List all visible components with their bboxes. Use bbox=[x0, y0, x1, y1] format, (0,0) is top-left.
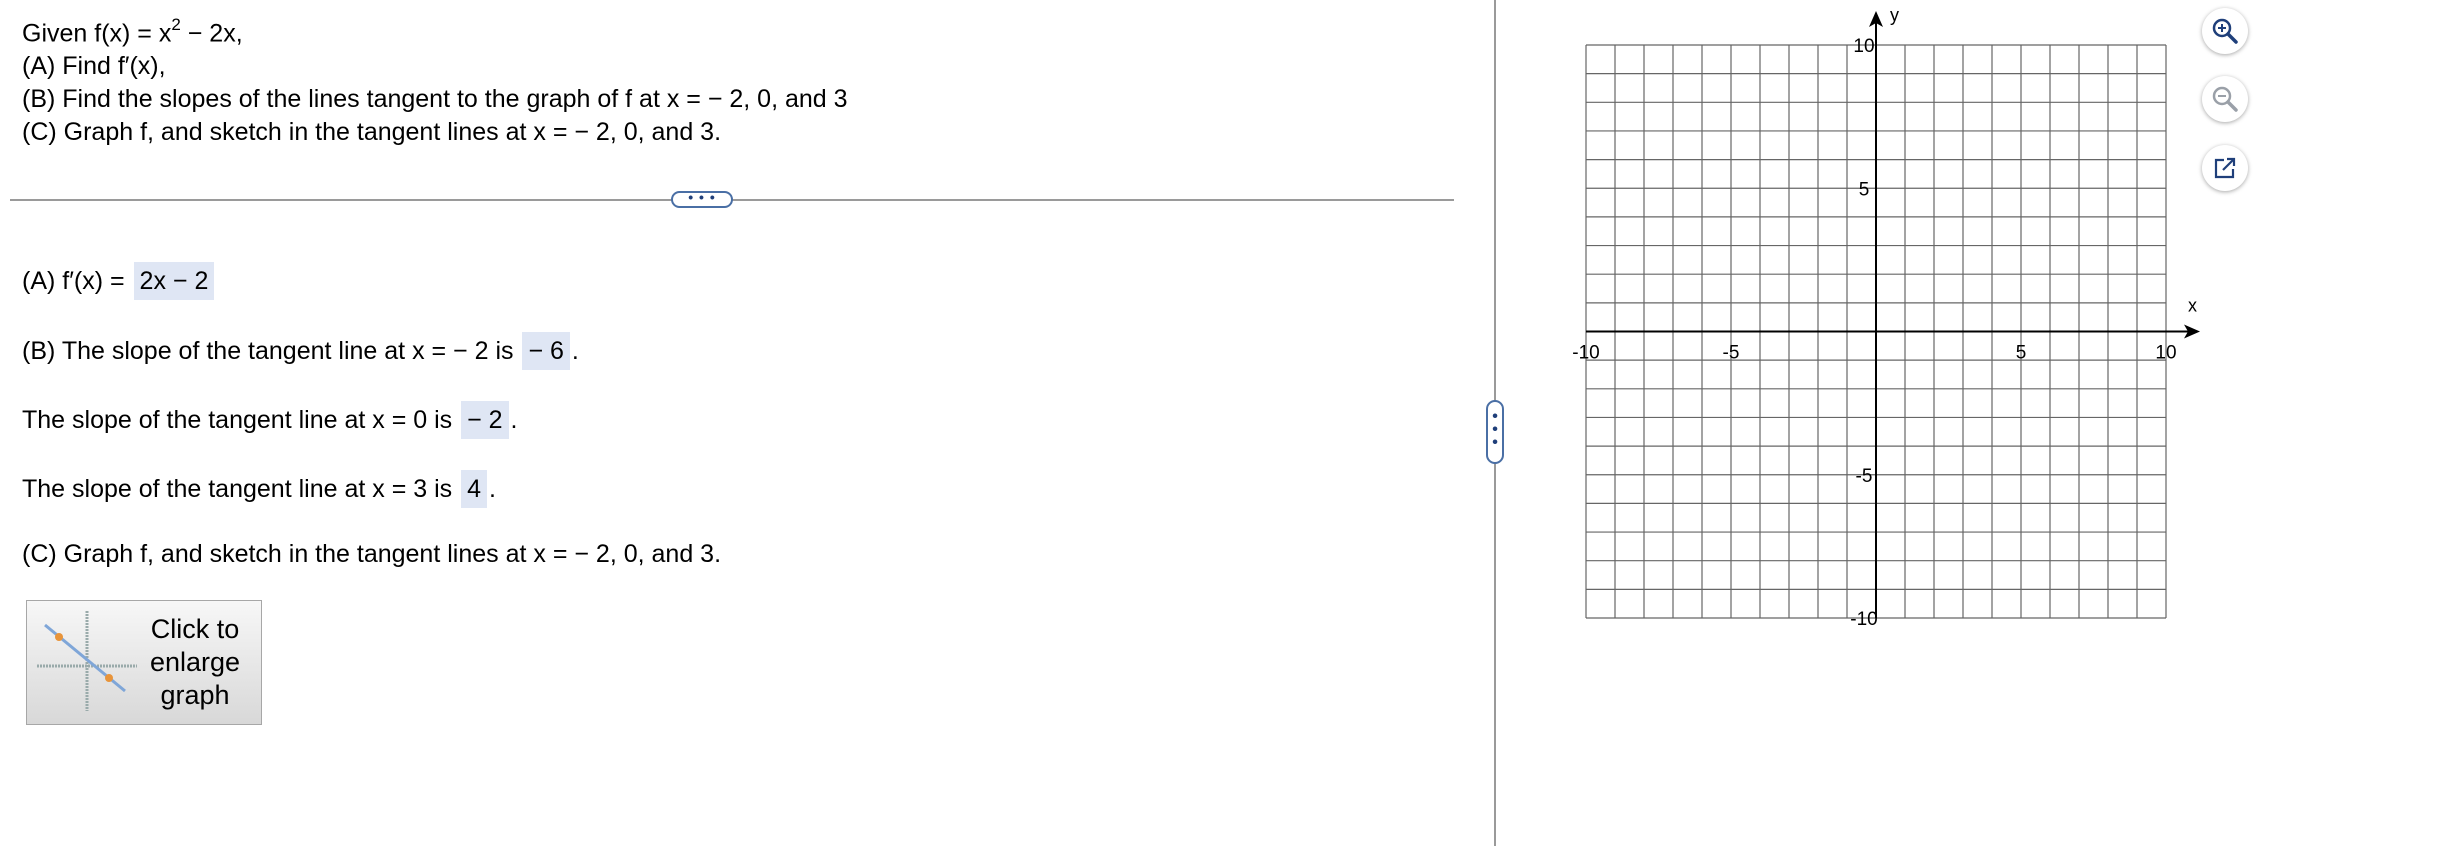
question-pane: Given f(x) = x2 − 2x, (A) Find f′(x), (B… bbox=[0, 0, 1490, 846]
answer-b-value: − 6 bbox=[522, 332, 570, 370]
x-tick-label: -10 bbox=[1572, 343, 1599, 364]
enlarge-graph-label: Click to enlarge graph bbox=[149, 614, 241, 710]
problem-part-a: (A) Find f′(x), bbox=[22, 52, 166, 81]
zoom-out-icon bbox=[2212, 86, 2238, 112]
graph-panel: x y -10 -5 5 10 10 5 -5 -10 bbox=[1570, 5, 2210, 641]
given-suffix: − 2x, bbox=[180, 19, 243, 48]
problem-statement: Given f(x) = x2 − 2x, (A) Find f′(x), (B… bbox=[22, 10, 848, 149]
answer-d: The slope of the tangent line at x = 3 i… bbox=[22, 470, 496, 508]
answer-a-value: 2x − 2 bbox=[133, 262, 215, 300]
given-function: Given f(x) = x2 − 2x, bbox=[22, 10, 848, 50]
y-axis-label: y bbox=[1890, 6, 1899, 25]
zoom-in-icon bbox=[2212, 18, 2238, 44]
x-tick-label: -5 bbox=[1723, 343, 1740, 364]
given-text: Given f(x) = x bbox=[22, 19, 172, 48]
resize-pane-handle[interactable]: • • • bbox=[1486, 400, 1504, 464]
answer-c-value: − 2 bbox=[461, 401, 509, 439]
x-tick-label: 5 bbox=[2016, 343, 2027, 364]
expand-divider-button[interactable]: • • • bbox=[671, 190, 733, 208]
answer-b: (B) The slope of the tangent line at x =… bbox=[22, 332, 579, 370]
answer-part-c: (C) Graph f, and sketch in the tangent l… bbox=[22, 540, 722, 568]
answer-c: The slope of the tangent line at x = 0 i… bbox=[22, 401, 518, 439]
period: . bbox=[489, 475, 496, 503]
y-tick-label: -10 bbox=[1850, 609, 1877, 630]
graph-thumbnail-icon bbox=[37, 611, 137, 711]
pop-out-button[interactable] bbox=[2202, 145, 2248, 191]
period: . bbox=[571, 337, 579, 365]
y-tick-label: -5 bbox=[1856, 466, 1873, 487]
y-tick-label: 5 bbox=[1859, 179, 1870, 200]
answer-a-label: (A) f′(x) = bbox=[22, 267, 132, 295]
answer-b-label: (B) The slope of the tangent line at x =… bbox=[22, 337, 521, 365]
answer-c-label: The slope of the tangent line at x = 0 i… bbox=[22, 406, 460, 434]
exponent: 2 bbox=[171, 15, 181, 34]
period: . bbox=[510, 406, 518, 434]
y-tick-label: 10 bbox=[1853, 36, 1874, 57]
zoom-out-button[interactable] bbox=[2202, 76, 2248, 122]
answer-d-value: 4 bbox=[461, 470, 487, 508]
pop-out-icon bbox=[2214, 157, 2236, 179]
zoom-in-button[interactable] bbox=[2202, 8, 2248, 54]
enlarge-graph-button[interactable]: Click to enlarge graph bbox=[26, 600, 262, 725]
coordinate-grid[interactable]: x y -10 -5 5 10 10 5 -5 -10 bbox=[1570, 5, 2210, 636]
answer-a: (A) f′(x) = 2x − 2 bbox=[22, 262, 216, 300]
x-axis-label: x bbox=[2188, 296, 2197, 316]
problem-part-c: (C) Graph f, and sketch in the tangent l… bbox=[22, 118, 722, 147]
problem-part-b: (B) Find the slopes of the lines tangent… bbox=[22, 85, 848, 114]
answer-d-label: The slope of the tangent line at x = 3 i… bbox=[22, 475, 460, 503]
x-tick-label: 10 bbox=[2155, 343, 2176, 364]
